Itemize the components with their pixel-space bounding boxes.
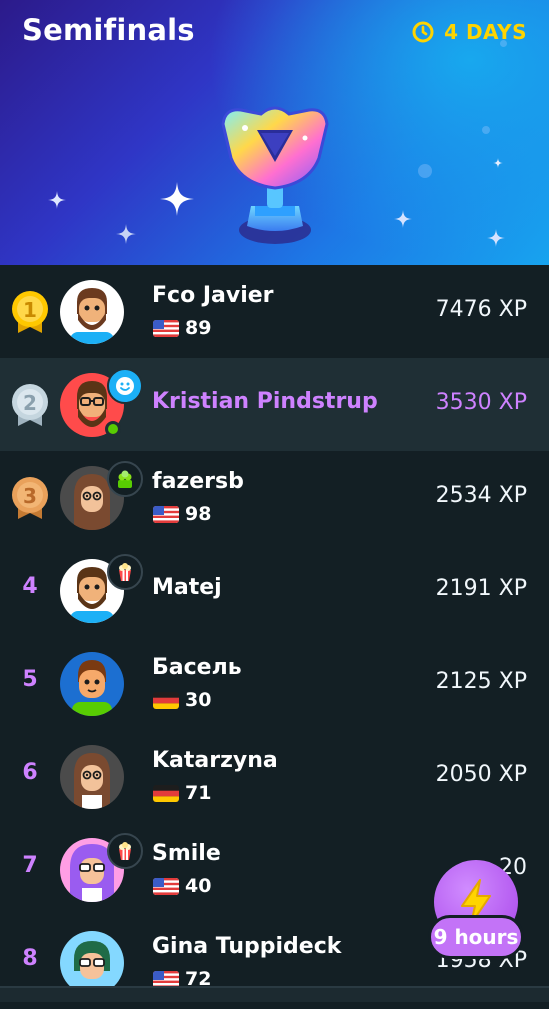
plant-icon [107,461,143,497]
sparkle-icon [48,191,66,209]
streak-count: 89 [185,317,212,339]
leaderboard-row-current-user[interactable]: 2 Kristian Pindstrup 3530 XP [0,358,549,451]
user-streak: 71 [153,782,211,804]
league-header: Semifinals 4 DAYS [0,0,549,265]
svg-text:3: 3 [23,484,37,508]
streak-count: 40 [185,875,212,897]
sparkle-icon [160,182,194,216]
user-name: fazersb [152,469,244,494]
us-flag-icon [153,877,179,895]
user-name: Fco Javier [152,283,274,308]
user-xp: 2050 XP [435,762,527,787]
xp-boost-timer[interactable]: 9 hours [428,915,524,959]
streak-count: 71 [185,782,212,804]
svg-text:1: 1 [23,298,37,322]
diamond-trophy-icon [221,106,329,244]
avatar[interactable] [60,280,124,344]
user-streak: 30 [153,689,211,711]
rank-number: 7 [22,853,38,878]
user-name: Katarzyna [152,748,278,773]
league-title: Semifinals [22,13,195,47]
user-name: Kristian Pindstrup [152,389,378,414]
user-xp: 2125 XP [435,669,527,694]
gold-medal-icon: 1 [12,291,48,333]
avatar[interactable] [60,745,124,809]
user-xp: 7476 XP [435,297,527,322]
svg-text:2: 2 [23,391,37,415]
silver-medal-icon: 2 [12,384,48,426]
user-name: Matej [152,575,222,600]
league-timer: 4 DAYS [412,20,527,44]
user-name: Басель [152,655,242,680]
decor-bubble [482,126,490,134]
rank-number: 6 [22,760,38,785]
popcorn-icon [107,554,143,590]
rank-number: 4 [22,574,38,599]
leaderboard-row[interactable]: 5 Басель 30 2125 XP [0,637,549,730]
user-streak: 40 [153,875,211,897]
clock-icon [412,21,434,43]
rank-number: 8 [22,946,38,971]
smiley-icon [107,368,143,404]
sparkle-icon [116,224,136,244]
us-flag-icon [153,505,179,523]
timer-label: 4 DAYS [444,20,527,44]
decor-bubble [500,40,507,47]
bronze-medal-icon: 3 [12,477,48,519]
us-flag-icon [153,319,179,337]
user-name: Gina Tuppideck [152,934,342,959]
user-streak: 89 [153,317,211,339]
streak-count: 30 [185,689,212,711]
online-indicator [105,421,121,437]
sparkle-icon [394,210,412,228]
leaderboard-row[interactable]: 3 fazersb 98 2534 XP [0,451,549,544]
sparkle-icon [487,229,505,247]
leaderboard-row[interactable]: 4 Matej 2191 XP [0,544,549,637]
avatar[interactable] [60,652,124,716]
leaderboard-row[interactable]: 6 Katarzyna 71 2050 XP [0,730,549,823]
sparkle-icon [493,158,503,168]
user-name: Smile [152,841,221,866]
us-flag-icon [153,970,179,988]
de-flag-icon [153,784,179,802]
user-xp: 3530 XP [435,390,527,415]
popcorn-icon [107,833,143,869]
streak-count: 98 [185,503,212,525]
de-flag-icon [153,691,179,709]
user-streak: 98 [153,503,211,525]
user-xp: 2534 XP [435,483,527,508]
leaderboard-row[interactable]: 1 Fco Javier 89 7476 XP [0,265,549,358]
decor-bubble [418,164,432,178]
user-xp: 2191 XP [435,576,527,601]
rank-number: 5 [22,667,38,692]
